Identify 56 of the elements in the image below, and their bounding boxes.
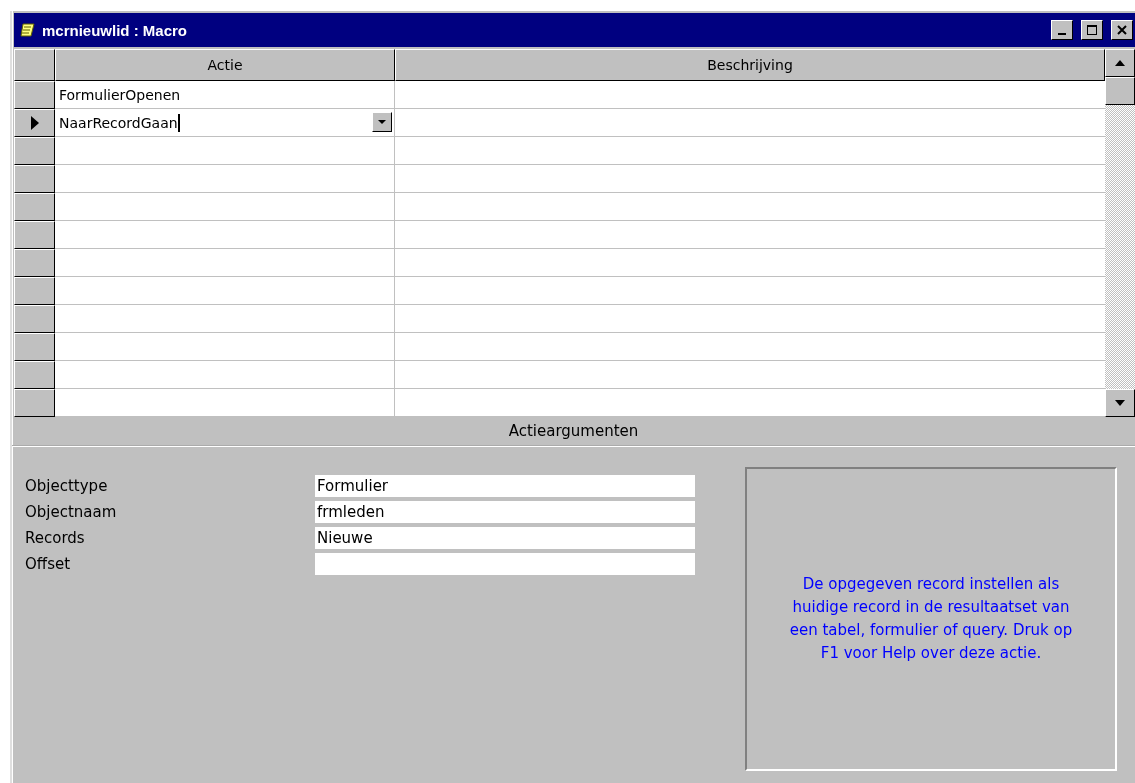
section-title: Actieargumenten [508,422,639,440]
vertical-scrollbar[interactable] [1105,49,1135,417]
table-cell[interactable] [55,333,395,361]
maximize-button[interactable] [1081,20,1103,40]
action-text: NaarRecordGaan [59,114,178,131]
field-label: Offset [25,554,72,575]
row-selector[interactable] [14,361,55,389]
table-cell[interactable] [55,277,395,305]
maximize-icon [1086,24,1098,36]
help-text: De opgegeven record instellen als huidige record in de resultaatset van een tabel, formulier of query. Druk op F1 voor Help over deze actie. [788,574,1074,664]
table-cell[interactable] [55,249,395,277]
minimize-icon [1058,33,1066,35]
table-cell[interactable] [55,193,395,221]
row-selector[interactable] [14,389,55,417]
row-selector[interactable] [14,165,55,193]
down-arrow-icon [1115,400,1125,406]
corner-header [14,49,55,81]
field-label: Objecttype [25,476,109,497]
row-selector[interactable] [14,109,55,137]
table-cell[interactable] [55,137,395,165]
close-button[interactable] [1111,20,1133,40]
column-header[interactable]: Actie [55,49,395,81]
row-selector[interactable] [14,249,55,277]
input-field[interactable]: frmleden [315,501,695,523]
table-cell[interactable] [55,165,395,193]
table-cell[interactable] [55,389,395,417]
row-selector[interactable] [14,305,55,333]
close-icon [1116,24,1128,36]
minimize-button[interactable] [1051,20,1073,40]
table-cell[interactable]: NaarRecordGaan [55,109,395,137]
dropdown-button[interactable] [372,112,392,132]
column-header[interactable]: Beschrijving [395,49,1105,81]
input-field[interactable]: Formulier [315,475,695,497]
row-selector[interactable] [14,81,55,109]
table-cell[interactable]: FormulierOpenen [55,81,395,109]
table-cell[interactable] [55,305,395,333]
row-selector[interactable] [14,137,55,165]
row-selector[interactable] [14,221,55,249]
scroll-down-button[interactable] [1105,389,1135,417]
up-arrow-icon [1115,60,1125,66]
table-cell[interactable] [55,221,395,249]
caret-icon [378,119,386,125]
scroll-thumb[interactable] [1105,77,1135,105]
row-selector[interactable] [14,277,55,305]
table-cell[interactable] [55,361,395,389]
row-selector[interactable] [14,193,55,221]
action-text: FormulierOpenen [59,86,181,103]
field-label: Objectnaam [25,502,118,523]
row-selector[interactable] [14,333,55,361]
text-cursor [177,113,180,132]
macro-icon [20,22,36,38]
field-label: Records [25,528,86,549]
scroll-up-button[interactable] [1105,49,1135,77]
input-field[interactable] [315,553,695,575]
input-field[interactable]: Nieuwe [315,527,695,549]
window-title: mcrnieuwlid : Macro [42,21,189,39]
